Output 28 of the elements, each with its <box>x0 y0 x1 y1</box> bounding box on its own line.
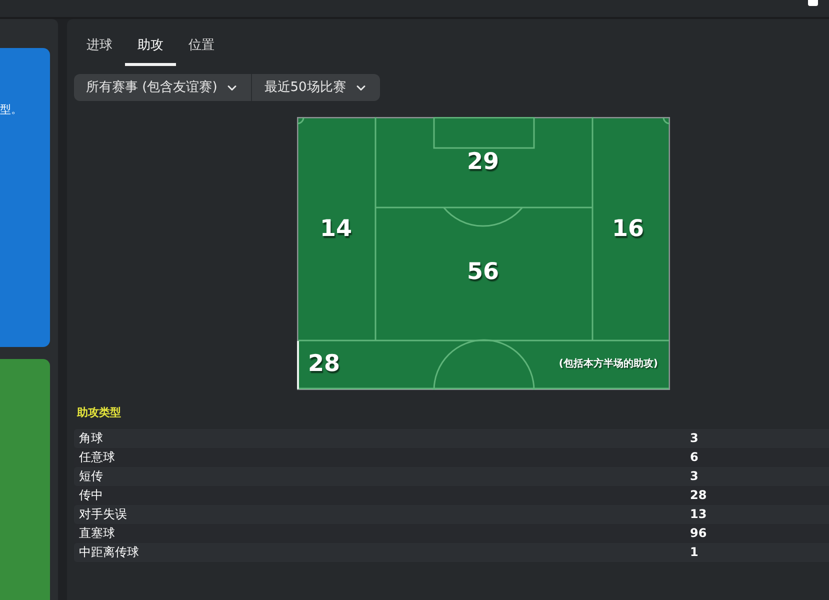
type-label: 直塞球 <box>79 526 116 541</box>
type-count: 28 <box>690 488 708 503</box>
zone-count: 28 <box>308 351 340 377</box>
type-label: 传中 <box>79 488 104 503</box>
type-label: 任意球 <box>79 450 116 465</box>
zone-count: 56 <box>467 259 499 285</box>
type-count: 13 <box>690 507 708 522</box>
filter-dropdown[interactable]: 所有赛事 (包含友谊赛) <box>74 74 252 101</box>
type-count: 6 <box>690 450 700 465</box>
type-count: 3 <box>690 469 700 484</box>
tab[interactable]: 助攻 <box>125 30 176 66</box>
square-icon <box>808 0 818 6</box>
tab[interactable]: 位置 <box>176 30 227 66</box>
type-label: 中距离传球 <box>79 545 140 560</box>
type-count: 96 <box>690 526 708 541</box>
zone-count: 29 <box>467 149 499 175</box>
type-label: 对手失误 <box>79 507 128 522</box>
type-label: 短传 <box>79 469 104 484</box>
type-label: 角球 <box>79 431 104 446</box>
info-text: 型。 <box>0 103 22 117</box>
type-count: 3 <box>690 431 700 446</box>
zone-count: 14 <box>320 216 352 242</box>
zone-note: (包括本方半场的助攻) <box>558 358 658 370</box>
zone-count: 16 <box>612 216 644 242</box>
type-count: 1 <box>690 545 700 560</box>
section-title: 助攻类型 <box>77 405 122 421</box>
tab[interactable]: 进球 <box>74 30 125 66</box>
filter-dropdown[interactable]: 最近50场比赛 <box>252 74 380 101</box>
